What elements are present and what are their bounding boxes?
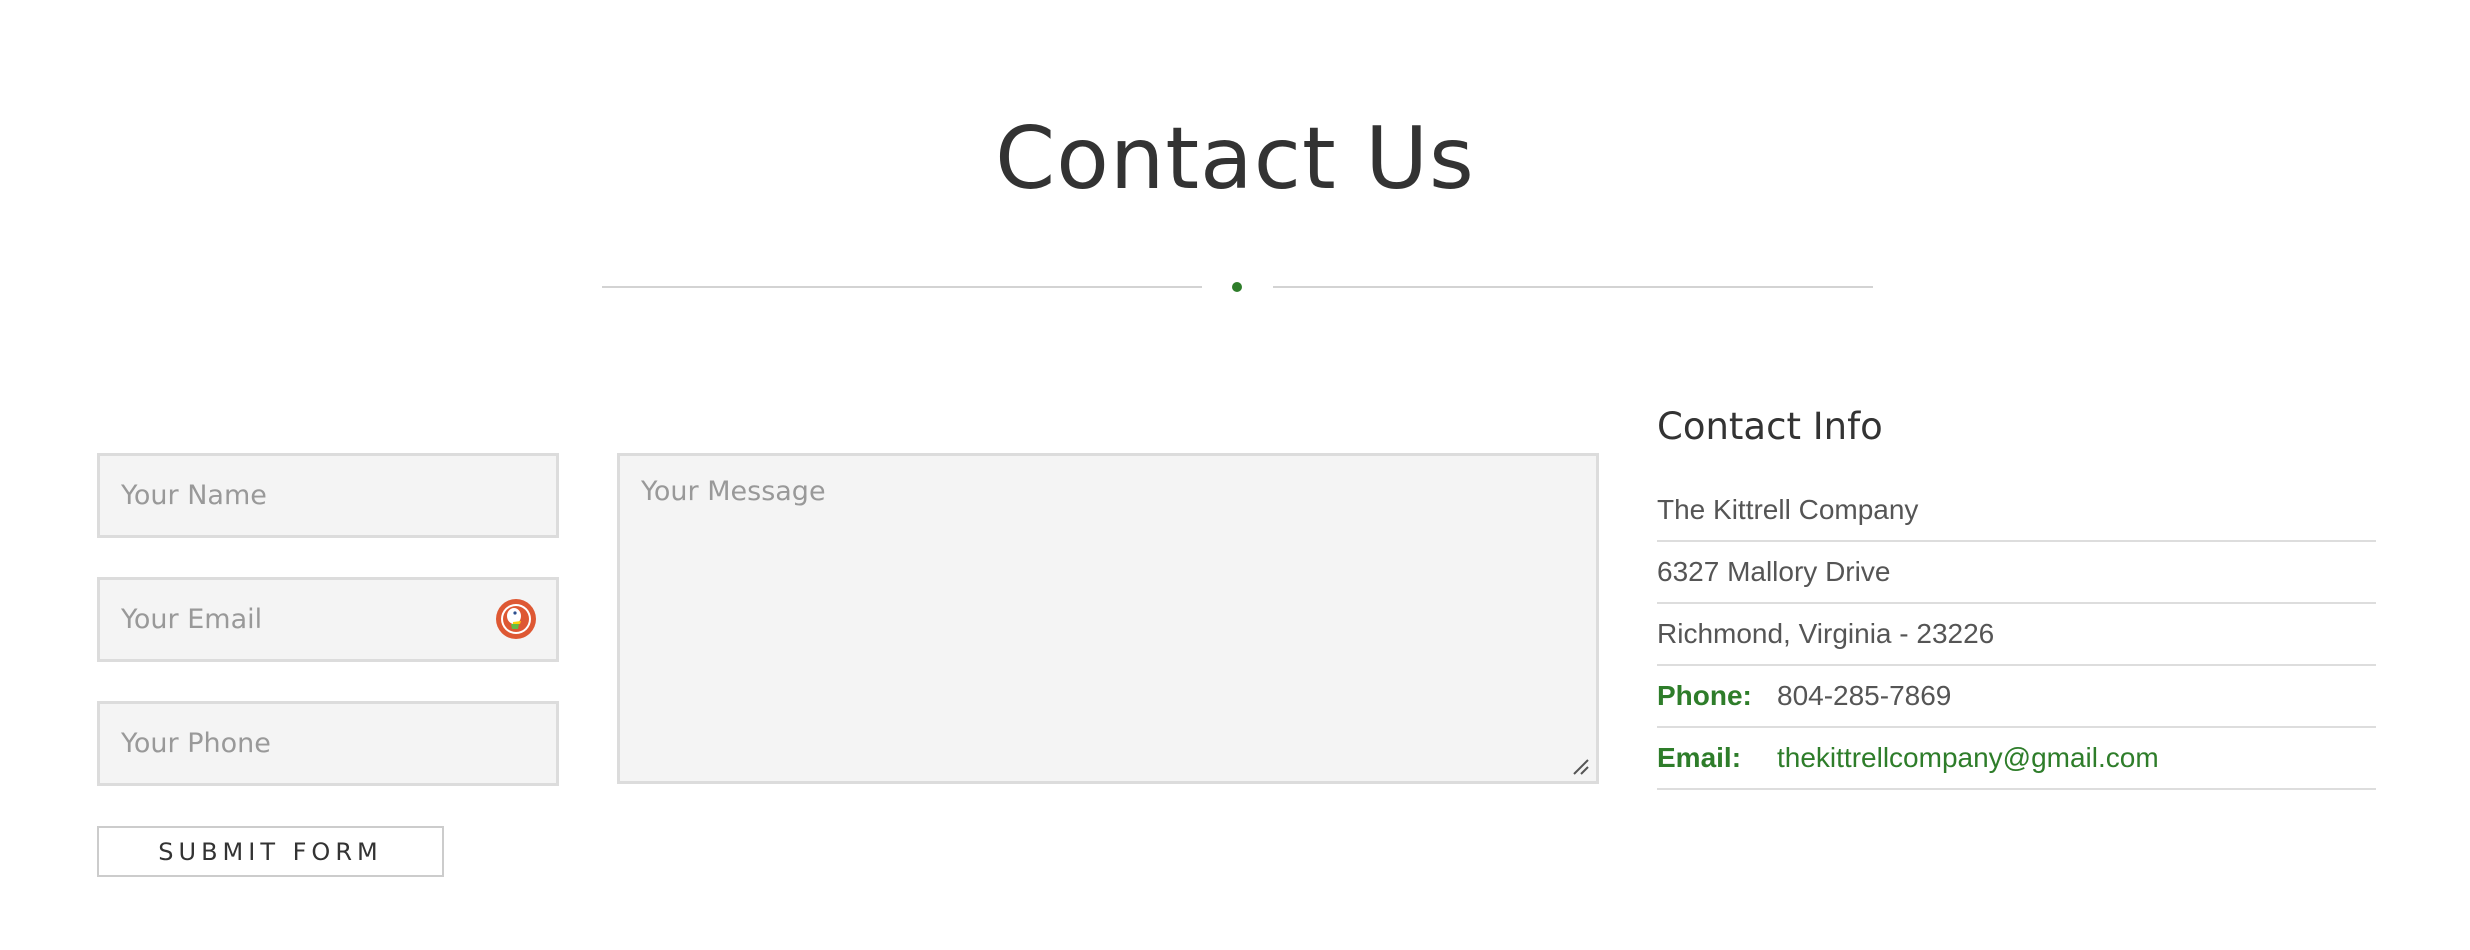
title-divider-dot [1232, 282, 1242, 292]
contact-info-list: The Kittrell Company 6327 Mallory Drive … [1657, 480, 2376, 790]
email-label: Email: [1657, 742, 1742, 773]
name-input[interactable] [97, 453, 559, 538]
info-address-line2: Richmond, Virginia - 23226 [1657, 604, 2376, 666]
address-line1: 6327 Mallory Drive [1657, 556, 1891, 587]
duckduckgo-icon[interactable] [495, 598, 537, 640]
contact-page: Contact Us SUBMIT FORM Contact Info The … [0, 0, 2470, 950]
phone-input[interactable] [97, 701, 559, 786]
info-address-line1: 6327 Mallory Drive [1657, 542, 2376, 604]
resize-grip-icon[interactable] [1570, 756, 1590, 776]
info-company: The Kittrell Company [1657, 480, 2376, 542]
email-link[interactable]: thekittrellcompany@gmail.com [1777, 728, 2159, 788]
title-divider-right [1273, 286, 1873, 288]
info-email: Email: thekittrellcompany@gmail.com [1657, 728, 2376, 790]
email-input[interactable] [97, 577, 559, 662]
address-line2: Richmond, Virginia - 23226 [1657, 618, 1995, 649]
contact-info-heading: Contact Info [1657, 405, 1883, 448]
message-textarea[interactable] [617, 453, 1599, 784]
company-name: The Kittrell Company [1657, 494, 1919, 525]
title-divider-left [602, 286, 1202, 288]
submit-form-button[interactable]: SUBMIT FORM [97, 826, 444, 877]
phone-label: Phone: [1657, 680, 1752, 711]
phone-value: 804-285-7869 [1777, 680, 1952, 711]
page-title: Contact Us [995, 109, 1475, 209]
info-phone: Phone: 804-285-7869 [1657, 666, 2376, 728]
